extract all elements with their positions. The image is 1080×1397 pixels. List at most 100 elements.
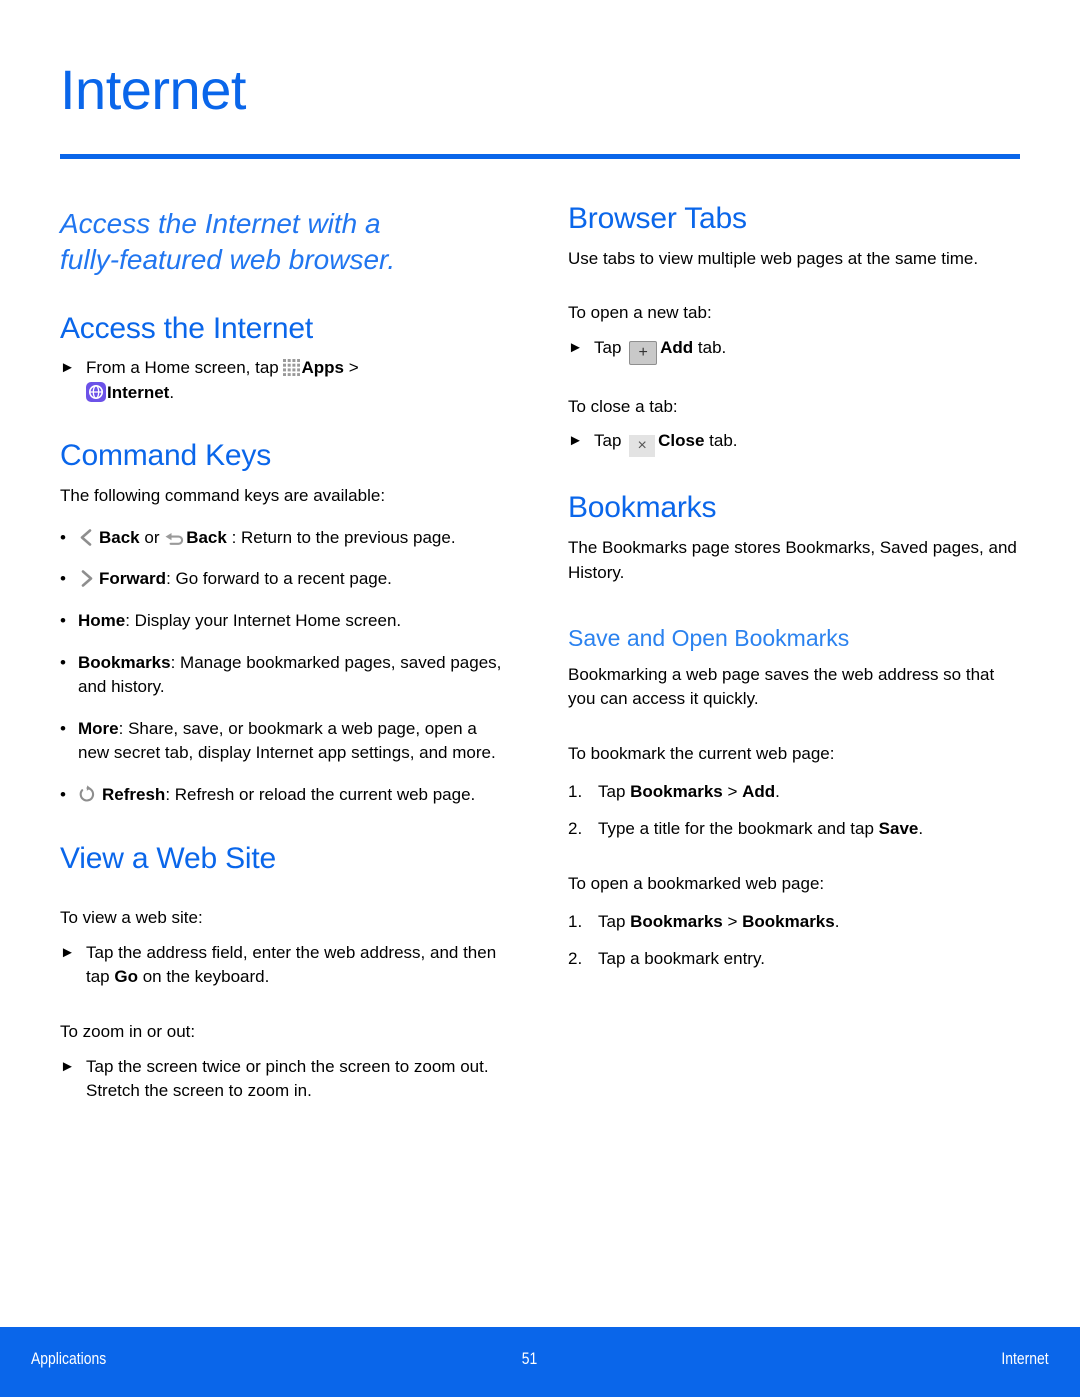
footer-section-label: Applications (31, 1349, 107, 1368)
lead-paragraph: Access the Internet with a fully-feature… (60, 206, 510, 278)
add-tab-button[interactable]: + (629, 340, 658, 365)
list-item: 1. Tap Bookmarks > Bookmarks. (568, 910, 1018, 935)
bullet-dot-icon: • (60, 569, 66, 589)
list-item: • More: Share, save, or bookmark a web p… (60, 717, 510, 766)
lead-line-2: fully-featured web browser. (60, 243, 396, 275)
access-step: ► From a Home screen, tap Apps > Interne… (60, 356, 510, 405)
command-key-bookmarks-label: Bookmarks (78, 652, 171, 672)
step-number: 1. (568, 781, 583, 801)
command-key-bookmarks: Bookmarks: Manage bookmarked pages, save… (78, 651, 510, 700)
step-bold-2: Add (742, 781, 776, 801)
command-key-back-label: Back (99, 527, 140, 547)
list-item: • Back or Back : Return to the previous … (60, 526, 510, 551)
bookmark-current-page-label: To bookmark the current web page: (568, 744, 835, 764)
page-header: Internet (60, 62, 1020, 118)
command-key-back: Back or Back : Return to the previous pa… (78, 526, 510, 551)
step-post: . (918, 819, 924, 839)
bookmark-step-1-text: Tap Bookmarks > Add. (598, 780, 1018, 805)
view-web-site-intro-1: To view a web site: (60, 908, 203, 928)
arrow-bullet-icon: ► (60, 359, 75, 377)
close-tab-step-text: Tap × Close tab. (594, 429, 1018, 458)
bullet-dot-icon: • (60, 610, 66, 630)
footer-inner: Applications 51 Internet (0, 1327, 1080, 1397)
command-key-more-desc: : Share, save, or bookmark a web page, o… (78, 718, 496, 763)
heading-bookmarks: Bookmarks (568, 491, 717, 525)
view-web-site-step-1-text: Tap the address field, enter the web add… (86, 941, 510, 990)
bullet-dot-icon: • (60, 527, 66, 547)
command-key-forward-desc: : Go forward to a recent page. (166, 569, 392, 589)
open-bookmarked-page-label: To open a bookmarked web page: (568, 874, 825, 893)
command-key-back-desc: : Return to the previous page. (226, 527, 456, 547)
command-key-more-label: More (78, 718, 119, 738)
chevron-left-icon (78, 528, 95, 547)
close-step-pre: Tap (594, 431, 627, 451)
apps-grid-icon (283, 359, 301, 377)
page-footer: Applications 51 Internet (0, 1327, 1080, 1397)
save-open-bookmarks-intro: Bookmarking a web page saves the web add… (568, 664, 995, 709)
list-item: • Home: Display your Internet Home scree… (60, 609, 510, 634)
step-pre: Type a title for the bookmark and tap (598, 819, 879, 839)
open-new-tab-step: ► Tap + Add tab. (568, 336, 1018, 365)
open-bookmark-step-1-text: Tap Bookmarks > Bookmarks. (598, 910, 1018, 935)
step-bold-1: Save (878, 819, 919, 839)
command-key-refresh-label: Refresh (102, 785, 166, 805)
command-key-refresh: Refresh: Refresh or reload the current w… (78, 783, 510, 808)
close-tab-button[interactable]: × (629, 435, 656, 458)
view-web-site-step-1: ► Tap the address field, enter the web a… (60, 941, 510, 990)
access-separator: > (343, 358, 359, 378)
step-number: 1. (568, 911, 583, 931)
bookmarks-intro: The Bookmarks page stores Bookmarks, Sav… (568, 537, 1017, 582)
heading-access-the-internet: Access the Internet (60, 311, 314, 345)
view-web-site-step-2-text: Tap the screen twice or pinch the screen… (86, 1056, 489, 1101)
list-item: 2. Type a title for the bookmark and tap… (568, 817, 1018, 842)
close-step-post: tab. (704, 431, 738, 451)
bullet-dot-icon: • (60, 718, 66, 738)
open-new-tab-step-text: Tap + Add tab. (594, 336, 1018, 365)
arrow-bullet-icon: ► (60, 1057, 75, 1075)
open-step-pre: Tap (594, 337, 627, 357)
close-tab-step: ► Tap × Close tab. (568, 429, 1018, 458)
page-title: Internet (60, 58, 246, 121)
view-web-site-intro-2: To zoom in or out: (60, 1022, 196, 1042)
step-number: 2. (568, 819, 583, 839)
step-post: . (834, 911, 840, 931)
apps-label: Apps (301, 358, 344, 378)
command-key-home-label: Home (78, 610, 126, 630)
step-number: 2. (568, 949, 583, 969)
list-item: • Forward: Go forward to a recent page. (60, 567, 510, 592)
open-bookmark-step-2-text: Tap a bookmark entry. (598, 949, 765, 969)
arrow-bullet-icon: ► (60, 943, 75, 961)
command-key-home-desc: : Display your Internet Home screen. (125, 610, 402, 630)
lead-line-1: Access the Internet with a (60, 208, 381, 239)
back-arrow-icon (164, 529, 186, 546)
list-item: 2. Tap a bookmark entry. (568, 947, 1018, 972)
view-web-site-step-2: ► Tap the screen twice or pinch the scre… (60, 1055, 510, 1104)
content-columns: Access the Internet with a fully-feature… (0, 200, 1080, 1310)
step-post: . (775, 781, 780, 801)
command-key-back-label-2: Back (186, 527, 227, 547)
bookmark-step-2-text: Type a title for the bookmark and tap Sa… (598, 817, 1018, 842)
title-divider (60, 154, 1020, 159)
footer-chapter-label: Internet (1001, 1349, 1049, 1368)
step-1-post: on the keyboard. (137, 967, 270, 987)
arrow-bullet-icon: ► (568, 338, 583, 356)
close-tab-label-bold: Close (658, 431, 705, 451)
step-pre: Tap (598, 781, 631, 801)
open-new-tab-label: To open a new tab: (568, 303, 712, 323)
list-item: • Bookmarks: Manage bookmarked pages, sa… (60, 651, 510, 700)
step-bold-1: Bookmarks (630, 911, 723, 931)
footer-page-number: 51 (521, 1349, 538, 1368)
internet-label: Internet (107, 382, 170, 402)
command-key-forward: Forward: Go forward to a recent page. (78, 567, 510, 592)
command-key-back-middle: or (139, 527, 165, 547)
step-pre: Tap (598, 911, 631, 931)
command-key-more: More: Share, save, or bookmark a web pag… (78, 717, 510, 766)
go-key-label: Go (114, 967, 138, 987)
step-mid: > (722, 911, 743, 931)
right-column: Browser Tabs Use tabs to view multiple w… (568, 200, 1018, 972)
command-key-forward-label: Forward (99, 569, 167, 589)
step-bold-1: Bookmarks (630, 781, 723, 801)
close-tab-label: To close a tab: (568, 396, 678, 416)
arrow-bullet-icon: ► (568, 432, 583, 450)
browser-tabs-intro: Use tabs to view multiple web pages at t… (568, 248, 979, 268)
